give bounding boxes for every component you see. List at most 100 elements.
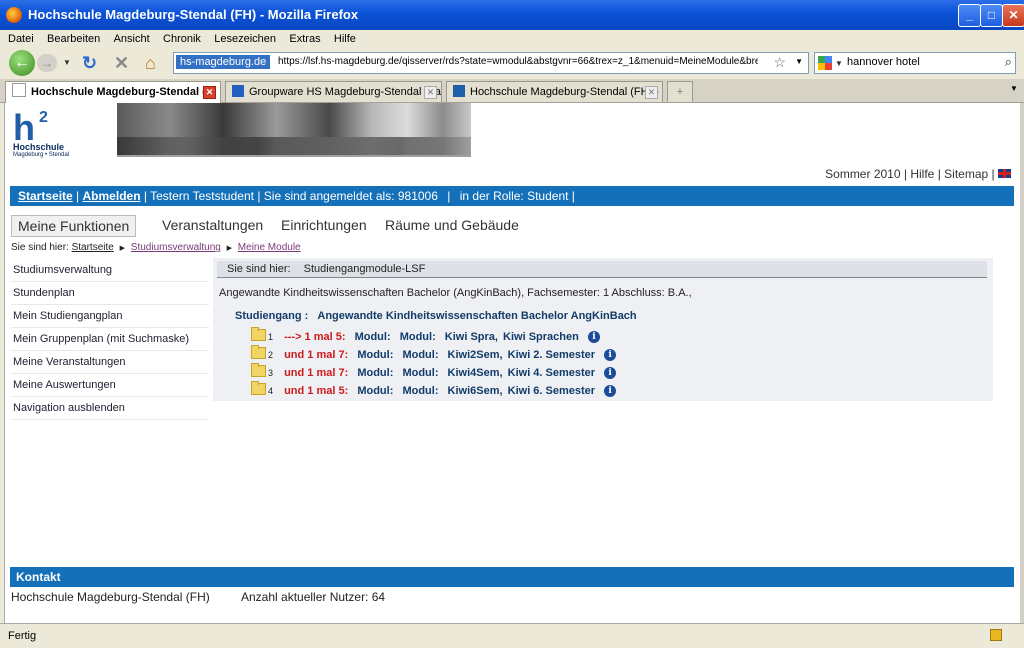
sidebar-item-studiumsverwaltung[interactable]: Studiumsverwaltung	[11, 259, 209, 282]
info-icon[interactable]: i	[604, 385, 617, 397]
studiengang-line: Studiengang : Angewandte Kindheitswissen…	[235, 310, 637, 322]
breadcrumb-separator-icon: ▶	[226, 245, 233, 252]
search-icon[interactable]: ⌕	[1005, 54, 1012, 70]
sidebar-item-gruppenplan[interactable]: Mein Gruppenplan (mit Suchmaske)	[11, 328, 209, 351]
module-code: Kiwi Spra,	[444, 331, 498, 343]
breadcrumb: Sie sind hier: Startseite ▶ Studiumsverw…	[11, 242, 301, 253]
module-code: Kiwi2Sem,	[447, 349, 503, 361]
url-text[interactable]: https://lsf.hs-magdeburg.de/qisserver/rd…	[278, 56, 758, 67]
site-identity-label[interactable]: hs-magdeburg.de	[176, 55, 271, 69]
home-icon[interactable]: ⌂	[145, 53, 156, 73]
tab-meine-funktionen[interactable]: Meine Funktionen	[11, 215, 137, 237]
stop-icon[interactable]: ✕	[114, 53, 129, 73]
menu-chronik[interactable]: Chronik	[163, 30, 201, 48]
breadcrumb-startseite[interactable]: Startseite	[72, 242, 114, 253]
module-code: Kiwi4Sem,	[447, 367, 503, 379]
folder-icon[interactable]	[251, 345, 266, 359]
search-bar[interactable]: ▼ hannover hotel ⌕	[814, 52, 1016, 74]
browser-tab-3[interactable]: Hochschule Magdeburg-Stendal (FH) - ... …	[446, 81, 663, 102]
module-name[interactable]: Kiwi Sprachen	[503, 331, 579, 343]
browser-tab-2[interactable]: Groupware HS Magdeburg-Stendal [Kal... ✕	[225, 81, 442, 102]
menu-datei[interactable]: Datei	[8, 30, 34, 48]
tab-veranstaltungen[interactable]: Veranstaltungen	[162, 217, 263, 233]
folder-icon[interactable]	[251, 381, 266, 395]
panel-header: Sie sind hier: Studiengangmodule-LSF	[217, 261, 987, 278]
module-name[interactable]: Kiwi 2. Semester	[508, 349, 595, 361]
sitemap-link[interactable]: Sitemap	[944, 167, 988, 181]
header-photo-underline	[117, 155, 471, 157]
reload-icon[interactable]: ↻	[82, 53, 97, 73]
module-rule: und 1 mal 7:	[284, 349, 349, 361]
bookmark-star-icon[interactable]: ☆	[773, 54, 786, 71]
module-row: 3 und 1 mal 7: Modul: Modul: Kiwi4Sem, K…	[251, 363, 617, 382]
module-panel: Sie sind hier: Studiengangmodule-LSF Ang…	[213, 258, 993, 401]
minimize-button[interactable]: _	[958, 4, 981, 27]
tab-bar: Hochschule Magdeburg-Stendal (... ✕ Grou…	[0, 79, 1024, 103]
startseite-link[interactable]: Startseite	[18, 189, 73, 203]
tab-list-dropdown-icon[interactable]: ▼	[1010, 84, 1018, 93]
info-icon[interactable]: i	[604, 349, 617, 361]
hochschule-logo[interactable]: h 2 Hochschule Magdeburg • Stendal	[13, 109, 73, 158]
search-input[interactable]: hannover hotel	[847, 56, 920, 68]
module-row: 1 ---> 1 mal 5: Modul: Modul: Kiwi Spra,…	[251, 327, 600, 346]
tab-label: Hochschule Magdeburg-Stendal (FH) - ...	[470, 86, 663, 98]
menu-ansicht[interactable]: Ansicht	[114, 30, 150, 48]
page-icon	[12, 83, 26, 97]
breadcrumb-separator-icon: ▶	[119, 245, 126, 252]
sidebar-item-veranstaltungen[interactable]: Meine Veranstaltungen	[11, 351, 209, 374]
module-rule: und 1 mal 5:	[284, 385, 349, 397]
tab-label: Hochschule Magdeburg-Stendal (...	[31, 86, 215, 98]
menu-bearbeiten[interactable]: Bearbeiten	[47, 30, 100, 48]
tab-raeume-und-gebaeude[interactable]: Räume und Gebäude	[385, 217, 519, 233]
browser-tab-1[interactable]: Hochschule Magdeburg-Stendal (... ✕	[5, 81, 221, 103]
close-tab-icon[interactable]: ✕	[645, 86, 658, 99]
tab-einrichtungen[interactable]: Einrichtungen	[281, 217, 367, 233]
forward-button[interactable]: →	[37, 54, 57, 72]
breadcrumb-studiumsverwaltung[interactable]: Studiumsverwaltung	[131, 242, 221, 253]
search-engine-dropdown-icon[interactable]: ▼	[835, 59, 843, 68]
menu-hilfe[interactable]: Hilfe	[334, 30, 356, 48]
user-role: in der Rolle: Student	[459, 189, 569, 203]
menu-lesezeichen[interactable]: Lesezeichen	[214, 30, 276, 48]
new-tab-button[interactable]: +	[667, 81, 693, 102]
sidebar-item-auswertungen[interactable]: Meine Auswertungen	[11, 374, 209, 397]
header-photo	[117, 103, 471, 155]
english-flag-icon[interactable]	[998, 169, 1011, 178]
firefox-logo-icon	[6, 7, 22, 23]
address-bar[interactable]: hs-magdeburg.de https://lsf.hs-magdeburg…	[173, 52, 809, 74]
top-links: Sommer 2010 | Hilfe | Sitemap |	[825, 167, 1011, 181]
sidebar-item-studiengangplan[interactable]: Mein Studiengangplan	[11, 305, 209, 328]
folder-icon[interactable]	[251, 327, 266, 341]
folder-icon[interactable]	[251, 363, 266, 377]
help-link[interactable]: Hilfe	[910, 167, 934, 181]
module-row: 4 und 1 mal 5: Modul: Modul: Kiwi6Sem, K…	[251, 381, 617, 400]
semester-link[interactable]: Sommer 2010	[825, 167, 900, 181]
breadcrumb-meine-module[interactable]: Meine Module	[238, 242, 301, 253]
studiengang-description: Angewandte Kindheitswissenschaften Bache…	[219, 287, 692, 299]
close-window-button[interactable]: ✕	[1002, 4, 1024, 27]
menu-extras[interactable]: Extras	[289, 30, 320, 48]
user-info-bar: Startseite | Abmelden | Testern Teststud…	[10, 186, 1014, 206]
tab-label: Groupware HS Magdeburg-Stendal [Kal...	[249, 86, 442, 98]
sidebar-item-stundenplan[interactable]: Stundenplan	[11, 282, 209, 305]
maximize-button[interactable]: □	[980, 4, 1003, 27]
back-button[interactable]: ←	[9, 50, 35, 76]
page-content: h 2 Hochschule Magdeburg • Stendal Somme…	[4, 103, 1022, 623]
logged-in-as: Sie sind angemeldet als: 981006	[263, 189, 438, 203]
history-dropdown-icon[interactable]: ▼	[63, 58, 71, 67]
status-bar: Fertig	[0, 623, 1024, 648]
module-name[interactable]: Kiwi 6. Semester	[508, 385, 595, 397]
url-dropdown-icon[interactable]: ▼	[795, 57, 803, 66]
close-tab-icon[interactable]: ✕	[424, 86, 437, 99]
panel-title: Studiengangmodule-LSF	[303, 263, 426, 275]
info-icon[interactable]: i	[604, 367, 617, 379]
sidebar-item-navigation-ausblenden[interactable]: Navigation ausblenden	[11, 397, 209, 420]
module-rule: ---> 1 mal 5:	[284, 331, 346, 343]
lock-icon[interactable]	[990, 629, 1002, 641]
close-tab-icon[interactable]: ✕	[203, 86, 216, 99]
google-search-engine-icon[interactable]	[818, 56, 832, 70]
scrollbar[interactable]	[1020, 103, 1024, 623]
module-name[interactable]: Kiwi 4. Semester	[508, 367, 595, 379]
info-icon[interactable]: i	[587, 331, 600, 343]
abmelden-link[interactable]: Abmelden	[83, 189, 141, 203]
